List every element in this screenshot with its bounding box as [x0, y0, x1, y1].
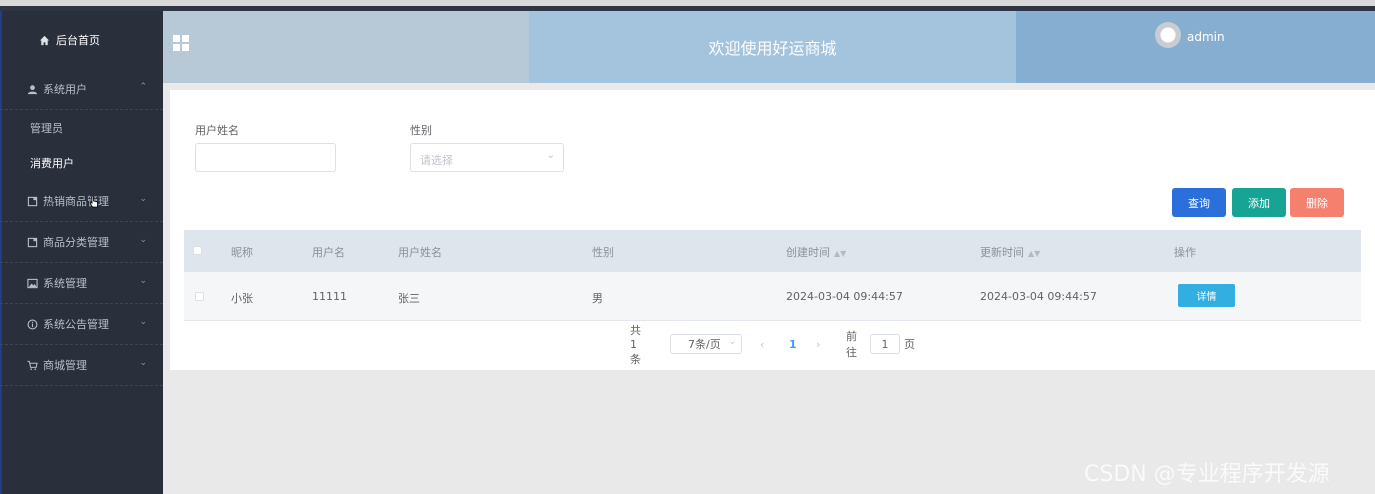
page-size-select[interactable]: 7条/页 ⌄: [670, 334, 742, 354]
sidebar-item-label: 系统管理: [43, 277, 87, 290]
avatar[interactable]: [1155, 22, 1181, 48]
browser-top-strip: [0, 0, 1375, 11]
user-icon: [26, 83, 38, 95]
goto-suffix: 页: [904, 338, 915, 351]
prev-page-icon[interactable]: ‹: [760, 334, 764, 354]
chevron-down-icon: ⌄: [139, 317, 147, 327]
document-icon: [26, 195, 38, 207]
gender-select[interactable]: 请选择 ⌄: [410, 143, 564, 172]
gender-filter-label: 性别: [410, 124, 432, 137]
name-filter-input[interactable]: [195, 143, 336, 172]
sidebar-item-label: 后台首页: [56, 34, 100, 47]
sidebar-item-announcements[interactable]: 系统公告管理 ⌄: [0, 304, 163, 345]
sidebar-item-label: 热销商品管理: [43, 195, 109, 208]
page-title: 欢迎使用好运商城: [708, 39, 837, 58]
column-header-actions: 操作: [1174, 246, 1196, 259]
sidebar-subitem-consumers[interactable]: 消费用户: [0, 145, 163, 180]
info-icon: [26, 318, 38, 330]
delete-button[interactable]: 删除: [1290, 188, 1344, 217]
goto-page-input[interactable]: 1: [870, 334, 900, 354]
watermark: CSDN @专业程序开发源: [1084, 462, 1330, 487]
chevron-down-icon: ⌄: [546, 150, 555, 161]
sidebar: 后台首页 系统用户 ⌃ 管理员 消费用户 热销商品管理 ⌄ 商品分类管理 ⌄ 系…: [0, 11, 163, 494]
sidebar-item-system-manage[interactable]: 系统管理 ⌄: [0, 263, 163, 304]
home-icon: [38, 34, 50, 46]
user-name[interactable]: admin: [1187, 30, 1225, 44]
cell-updated: 2024-03-04 09:44:57: [980, 290, 1097, 303]
image-icon: [26, 277, 38, 289]
hand-cursor-icon: [89, 195, 98, 208]
table-row: 小张 11111 张三 男 2024-03-04 09:44:57 2024-0…: [184, 272, 1361, 321]
detail-button[interactable]: 详情: [1178, 284, 1235, 307]
pagination-total: 共 1 条: [630, 323, 641, 366]
sort-icon[interactable]: ▲▼: [1028, 249, 1040, 258]
top-header: 欢迎使用好运商城 admin: [163, 11, 1375, 83]
page-size-value: 7条/页: [688, 338, 721, 351]
chevron-down-icon: ⌄: [139, 194, 147, 204]
add-button[interactable]: 添加: [1232, 188, 1286, 217]
chevron-down-icon: ⌄: [139, 358, 147, 368]
column-header-gender[interactable]: 性别: [592, 244, 614, 260]
column-header-created[interactable]: 创建时间 ▲▼: [786, 244, 846, 260]
chevron-down-icon: ⌄: [728, 337, 736, 347]
sidebar-item-label: 商品分类管理: [43, 236, 109, 249]
query-button[interactable]: 查询: [1172, 188, 1226, 217]
sort-icon[interactable]: ▲▼: [834, 249, 846, 258]
table-header: 昵称 用户名 用户姓名 性别 创建时间 ▲▼ 更新时间 ▲▼ 操作: [184, 230, 1361, 272]
sidebar-item-system-users[interactable]: 系统用户 ⌃: [0, 69, 163, 110]
sidebar-item-hot-goods[interactable]: 热销商品管理 ⌄: [0, 181, 163, 222]
sidebar-item-mall[interactable]: 商城管理 ⌄: [0, 345, 163, 386]
cart-icon: [26, 359, 38, 371]
select-all-checkbox[interactable]: [193, 246, 202, 255]
cell-gender: 男: [592, 292, 603, 305]
column-header-updated[interactable]: 更新时间 ▲▼: [980, 244, 1040, 260]
goto-label: 前往: [846, 330, 857, 359]
next-page-icon[interactable]: ›: [816, 334, 820, 354]
sidebar-item-home[interactable]: 后台首页: [0, 11, 163, 69]
chevron-down-icon: ⌄: [139, 235, 147, 245]
row-checkbox[interactable]: [195, 292, 204, 301]
grid-menu-icon[interactable]: [173, 35, 189, 51]
cell-nickname: 小张: [231, 292, 253, 305]
name-filter-label: 用户姓名: [195, 124, 239, 137]
column-header-username[interactable]: 用户名: [312, 244, 345, 260]
cell-created: 2024-03-04 09:44:57: [786, 290, 903, 303]
content-panel: 用户姓名 性别 请选择 ⌄ 查询 添加 删除 昵称 用户名 用户姓名 性别 创建…: [170, 90, 1375, 370]
document-icon: [26, 236, 38, 248]
cell-realname: 张三: [398, 292, 420, 305]
column-header-realname[interactable]: 用户姓名: [398, 244, 442, 260]
sidebar-item-label: 系统用户: [43, 83, 87, 96]
sidebar-subitem-label: 消费用户: [30, 156, 74, 170]
sidebar-item-label: 商城管理: [43, 359, 87, 372]
page-number-current[interactable]: 1: [789, 334, 797, 354]
column-header-nickname[interactable]: 昵称: [231, 244, 253, 260]
sidebar-subitem-label: 管理员: [30, 121, 63, 135]
sidebar-item-goods-category[interactable]: 商品分类管理 ⌄: [0, 222, 163, 263]
chevron-up-icon: ⌃: [139, 82, 147, 92]
sidebar-subitem-admins[interactable]: 管理员: [0, 110, 163, 145]
gender-select-placeholder: 请选择: [420, 154, 453, 167]
sidebar-item-label: 系统公告管理: [43, 318, 109, 331]
chevron-down-icon: ⌄: [139, 276, 147, 286]
cell-username: 11111: [312, 290, 347, 303]
